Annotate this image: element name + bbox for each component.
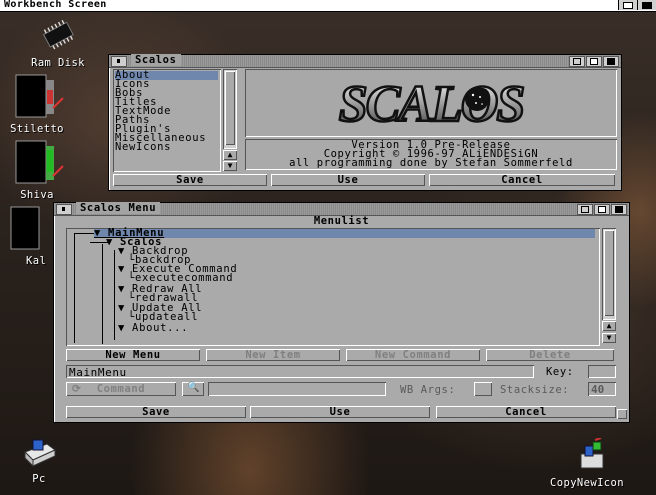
tree-item[interactable]: └updateall — [128, 312, 198, 323]
scroll-down-arrow-icon[interactable]: ▼ — [223, 161, 237, 171]
icon-label: Shiva — [20, 189, 54, 201]
new-command-button[interactable]: New Command — [346, 349, 480, 361]
menu-tree-scrollbar[interactable] — [602, 228, 616, 320]
file-requester-button[interactable]: 🔍 — [182, 382, 204, 396]
name-input[interactable]: MainMenu — [66, 365, 534, 379]
tool-icon — [580, 437, 604, 469]
save-button[interactable]: Save — [66, 406, 246, 418]
key-label: Key: — [546, 366, 574, 378]
scroll-knob[interactable] — [604, 230, 614, 316]
icon-shiva[interactable]: Shiva — [2, 140, 72, 201]
cancel-button[interactable]: Cancel — [436, 406, 616, 418]
stacksize-label: Stacksize: — [500, 384, 570, 396]
icon-label: Ram Disk — [31, 57, 85, 69]
new-menu-button[interactable]: New Menu — [66, 349, 200, 361]
scalos-prefs-window: Scalos About Icons Bobs Titles TextMode … — [108, 54, 622, 191]
wb-args-label: WB Args: — [400, 384, 456, 396]
chip-icon — [42, 19, 74, 50]
cancel-button[interactable]: Cancel — [429, 174, 615, 186]
svg-text:SCALOS: SCALOS — [339, 76, 524, 133]
scalos-menu-window: Scalos Menu Menulist ▼ MainMenu ▼ Scalos… — [53, 202, 630, 423]
pc-drive-icon — [24, 439, 56, 468]
icon-pc[interactable]: Pc — [4, 438, 74, 485]
monitor-icon — [15, 140, 64, 184]
category-item[interactable]: NewIcons — [115, 142, 171, 153]
category-scrollbar[interactable] — [223, 69, 237, 149]
zoom-gadget[interactable] — [577, 204, 593, 215]
close-gadget[interactable] — [56, 204, 72, 215]
screen-title: Workbench Screen — [4, 0, 107, 10]
icon-stiletto[interactable]: Stiletto — [2, 74, 72, 135]
tree-item[interactable]: └executecommand — [128, 273, 233, 284]
monitor-icon — [15, 74, 64, 118]
window-title: Scalos Menu — [76, 202, 161, 214]
category-list[interactable]: About Icons Bobs Titles TextMode Paths P… — [113, 69, 221, 172]
close-gadget[interactable] — [111, 56, 127, 67]
stacksize-input[interactable]: 40 — [588, 382, 616, 396]
screen-depth-gadget-front[interactable] — [637, 0, 656, 10]
zoom-gadget[interactable] — [569, 56, 585, 67]
scroll-up-arrow-icon[interactable]: ▲ — [602, 321, 616, 331]
menulist-header: Menulist — [313, 215, 370, 227]
screen-depth-gadget-back[interactable] — [618, 0, 637, 10]
depth-gadget[interactable] — [594, 204, 610, 215]
window-title: Scalos — [131, 54, 181, 66]
iconify-gadget[interactable] — [611, 204, 627, 215]
author-text: all programming done by Stefan Sommerfel… — [289, 157, 573, 169]
save-button[interactable]: Save — [113, 174, 267, 186]
size-gadget[interactable] — [617, 409, 627, 419]
icon-label: Pc — [32, 473, 46, 485]
icon-ram-disk[interactable]: Ram Disk — [23, 18, 93, 69]
icon-label: Kal — [26, 255, 47, 267]
wb-args-checkbox[interactable] — [474, 382, 492, 396]
command-input[interactable] — [208, 382, 386, 396]
tree-item-mainmenu[interactable]: ▼ MainMenu — [94, 228, 595, 238]
scroll-up-arrow-icon[interactable]: ▲ — [223, 150, 237, 160]
use-button[interactable]: Use — [250, 406, 430, 418]
icon-label: CopyNewIcon — [550, 477, 624, 489]
window-title-bar[interactable]: Scalos — [109, 54, 621, 68]
scroll-knob[interactable] — [225, 71, 235, 145]
logo-panel: SCALOS — [245, 69, 617, 137]
screen-title-bar[interactable]: Workbench Screen — [0, 0, 656, 12]
icon-label: Stiletto — [10, 123, 64, 135]
monitor-icon — [10, 206, 40, 250]
new-item-button[interactable]: New Item — [206, 349, 340, 361]
scroll-down-arrow-icon[interactable]: ▼ — [602, 333, 616, 343]
use-button[interactable]: Use — [271, 174, 425, 186]
delete-button[interactable]: Delete — [486, 349, 614, 361]
magnifier-icon: 🔍 — [187, 382, 200, 393]
menu-tree[interactable]: ▼ MainMenu ▼ Scalos ▼ Backdrop └backdrop… — [66, 228, 600, 346]
cycle-icon: ⟳ — [72, 383, 82, 395]
scalos-logo: SCALOS — [337, 75, 526, 135]
icon-kal[interactable]: Kal — [2, 206, 54, 267]
key-input[interactable] — [588, 365, 616, 378]
depth-gadget[interactable] — [586, 56, 602, 67]
info-panel: Version 1.0 Pre-Release Copyright © 1996… — [245, 139, 617, 170]
tree-item[interactable]: ▼ About... — [118, 323, 188, 334]
command-type-cycle[interactable]: ⟳ Command — [66, 382, 176, 396]
icon-copynewicon[interactable]: CopyNewIcon — [550, 437, 626, 489]
iconify-gadget[interactable] — [603, 56, 619, 67]
